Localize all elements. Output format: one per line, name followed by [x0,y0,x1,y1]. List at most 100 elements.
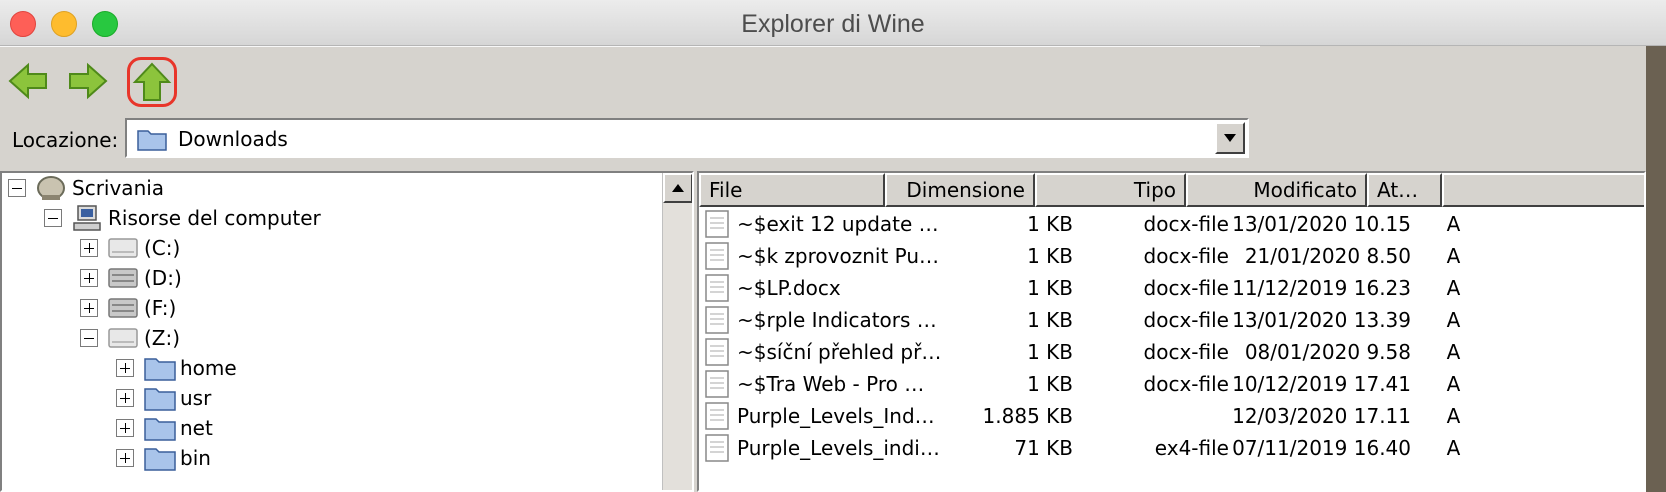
document-icon [705,434,729,462]
cell-name: ~$LP.docx [737,276,841,300]
column-header-size[interactable]: Dimensione [885,173,1035,207]
table-row[interactable]: ~$síční přehled př… 1 KB docx-file 08/01… [699,335,1644,369]
tree-item-drive-z[interactable]: (Z:) [80,323,180,353]
folder-icon [144,444,176,472]
tree-item-drive-d[interactable]: (D:) [80,263,182,293]
cell-modified: 12/03/2020 17.11 [1232,404,1411,428]
toolbar [0,46,1260,114]
cell-name: ~$síční přehled př… [737,340,942,364]
column-header-type[interactable]: Tipo [1035,173,1186,207]
desktop-icon [36,174,68,202]
location-label: Locazione: [12,128,119,152]
table-row[interactable]: Purple_Levels_indi… 71 KB ex4-file 07/11… [699,431,1644,465]
tree-item-label: Scrivania [72,176,165,200]
back-button[interactable] [6,59,50,103]
collapse-toggle[interactable] [80,329,98,347]
table-row[interactable]: Purple_Levels_Ind… 1.885 KB 12/03/2020 1… [699,399,1644,433]
cell-size: 1 KB [1027,244,1073,268]
document-icon [705,210,729,238]
folder-icon [144,354,176,382]
drive-icon [108,294,140,322]
scroll-up-button[interactable] [663,173,692,203]
tree-item-scrivania[interactable]: Scrivania [8,173,164,203]
tree-item-label: (Z:) [144,326,181,350]
cell-size: 1 KB [1027,308,1073,332]
column-header-empty [1442,173,1644,207]
title-bar: Explorer di Wine [0,0,1666,46]
cell-size: 1 KB [1027,372,1073,396]
background-strip [1646,46,1666,492]
tree-item-drive-f[interactable]: (F:) [80,293,176,323]
tree-item-usr[interactable]: usr [116,383,211,413]
cell-name: ~$Tra Web - Pro … [737,372,925,396]
table-row[interactable]: ~$rple Indicators … 1 KB docx-file 13/01… [699,303,1644,337]
forward-arrow-icon [69,62,108,100]
computer-icon [72,204,104,232]
tree-item-risorse-del-computer[interactable]: Risorse del computer [44,203,321,233]
cell-type: docx-file [1143,308,1229,332]
forward-button[interactable] [66,59,110,103]
tree-item-label: (F:) [144,296,177,320]
folder-icon [144,384,176,412]
cell-attributes: A [1446,404,1461,428]
location-bar: Locazione: Downloads [0,116,1260,164]
cell-size: 71 KB [1014,436,1073,460]
expand-toggle[interactable] [80,299,98,317]
cell-modified: 07/11/2019 16.40 [1232,436,1411,460]
up-arrow-icon [132,62,172,101]
chevron-up-icon [672,184,684,192]
cell-name: Purple_Levels_indi… [737,436,940,460]
tree-item-label: usr [180,386,212,410]
table-row[interactable]: ~$LP.docx 1 KB docx-file 11/12/2019 16.2… [699,271,1644,305]
cell-attributes: A [1446,212,1461,236]
cell-modified: 13/01/2020 10.15 [1232,212,1411,236]
expand-toggle[interactable] [80,239,98,257]
column-header-file[interactable]: File [699,173,885,207]
column-header-attributes[interactable]: At… [1367,173,1442,207]
tree-scrollbar[interactable] [662,173,692,490]
drive-icon [108,234,140,262]
tree-item-label: bin [180,446,211,470]
table-row[interactable]: ~$k zprovoznit Pu… 1 KB docx-file 21/01/… [699,239,1644,273]
cell-type: docx-file [1143,212,1229,236]
cell-attributes: A [1446,372,1461,396]
expand-toggle[interactable] [116,389,134,407]
expand-toggle[interactable] [116,449,134,467]
cell-attributes: A [1446,244,1461,268]
cell-name: ~$rple Indicators … [737,308,937,332]
table-row[interactable]: ~$Tra Web - Pro … 1 KB docx-file 10/12/2… [699,367,1644,401]
tree-item-drive-c[interactable]: (C:) [80,233,180,263]
expand-toggle[interactable] [80,269,98,287]
tree-item-bin[interactable]: bin [116,443,211,473]
folder-icon [144,414,176,442]
expand-toggle[interactable] [116,359,134,377]
tree-item-label: Risorse del computer [108,206,321,230]
collapse-toggle[interactable] [44,209,62,227]
cell-modified: 10/12/2019 17.41 [1232,372,1411,396]
drive-icon [108,264,140,292]
location-value: Downloads [178,127,288,151]
up-button[interactable] [127,57,177,107]
tree-item-label: home [180,356,237,380]
cell-name: ~$exit 12 update … [737,212,939,236]
cell-modified: 11/12/2019 16.23 [1232,276,1411,300]
document-icon [705,338,729,366]
chevron-down-icon [1224,134,1236,142]
cell-type: ex4-file [1154,436,1229,460]
cell-modified: 13/01/2020 13.39 [1232,308,1411,332]
window-title: Explorer di Wine [741,10,925,38]
cell-modified: 08/01/2020 9.58 [1244,340,1411,364]
tree-item-label: net [180,416,213,440]
column-header-modified[interactable]: Modificato [1186,173,1367,207]
expand-toggle[interactable] [116,419,134,437]
table-row[interactable]: ~$exit 12 update … 1 KB docx-file 13/01/… [699,207,1644,241]
cell-size: 1 KB [1027,340,1073,364]
document-icon [705,370,729,398]
tree-item-net[interactable]: net [116,413,213,443]
tree-item-home[interactable]: home [116,353,237,383]
cell-size: 1 KB [1027,276,1073,300]
location-combobox[interactable]: Downloads [125,118,1249,158]
location-dropdown-button[interactable] [1215,122,1245,154]
drive-icon [108,324,140,352]
collapse-toggle[interactable] [8,179,26,197]
